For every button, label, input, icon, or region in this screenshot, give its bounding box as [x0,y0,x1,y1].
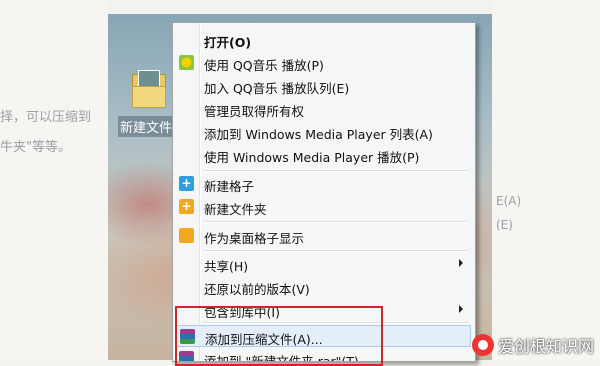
menu-separator [203,170,469,172]
menu-item-new-folder[interactable]: + 新建文件夹 [175,196,471,218]
menu-item-label: 新建格子 [204,179,255,194]
folder-icon [130,70,166,108]
background-text-line: 择，可以压缩到 [0,110,92,125]
menu-item-qq-play[interactable]: 使用 QQ音乐 播放(P) [175,52,471,74]
menu-item-label: 共享(H) [204,259,249,274]
background-text-line: (E) [496,218,513,232]
watermark-text: 爱创根知识网 [497,337,594,356]
menu-item-label: 作为桌面格子显示 [204,231,305,246]
grid-icon [179,228,194,243]
menu-item-wmp-play[interactable]: 使用 Windows Media Player 播放(P) [175,144,471,166]
desktop-folder-label: 新建文件夹 [118,116,185,137]
menu-item-label: 新建文件夹 [204,202,267,217]
menu-item-label: 还原以前的版本(V) [204,282,310,297]
submenu-arrow-icon [459,259,463,267]
plus-blue-icon: + [179,176,194,191]
menu-item-wmp-add[interactable]: 添加到 Windows Media Player 列表(A) [175,121,471,143]
background-article-left: 择，可以压缩到 牛夹"等等。 [0,0,108,360]
plus-orange-icon: + [179,199,194,214]
watermark-logo-icon [471,334,494,356]
background-text-line: 牛夹"等等。 [0,140,71,155]
menu-item-restore-versions[interactable]: 还原以前的版本(V) [175,276,471,298]
menu-item-desktop-fence[interactable]: 作为桌面格子显示 [175,225,471,247]
menu-item-label: 使用 QQ音乐 播放(P) [204,58,324,73]
menu-item-label: 加入 QQ音乐 播放队列(E) [204,81,350,96]
menu-separator [203,221,469,223]
menu-item-new-fence[interactable]: + 新建格子 [175,173,471,195]
site-watermark: 爱创根知识网 [471,334,594,356]
menu-item-label: 打开(O) [204,35,252,50]
background-article-right: E(A) (E) [492,0,600,360]
menu-item-label: 使用 Windows Media Player 播放(P) [204,150,420,165]
qq-music-icon [179,55,194,70]
menu-item-label: 管理员取得所有权 [204,104,305,119]
highlight-annotation-box [175,306,383,366]
menu-item-take-ownership[interactable]: 管理员取得所有权 [175,98,471,120]
submenu-arrow-icon [459,305,463,313]
menu-item-share[interactable]: 共享(H) [175,253,471,275]
menu-separator [203,250,469,252]
menu-item-label: 添加到 Windows Media Player 列表(A) [204,127,433,142]
menu-item-qq-queue[interactable]: 加入 QQ音乐 播放队列(E) [175,75,471,97]
background-text-line: E(A) [496,194,522,208]
menu-item-open[interactable]: 打开(O) [175,29,471,51]
desktop-folder[interactable]: 新建文件夹 [118,70,185,137]
